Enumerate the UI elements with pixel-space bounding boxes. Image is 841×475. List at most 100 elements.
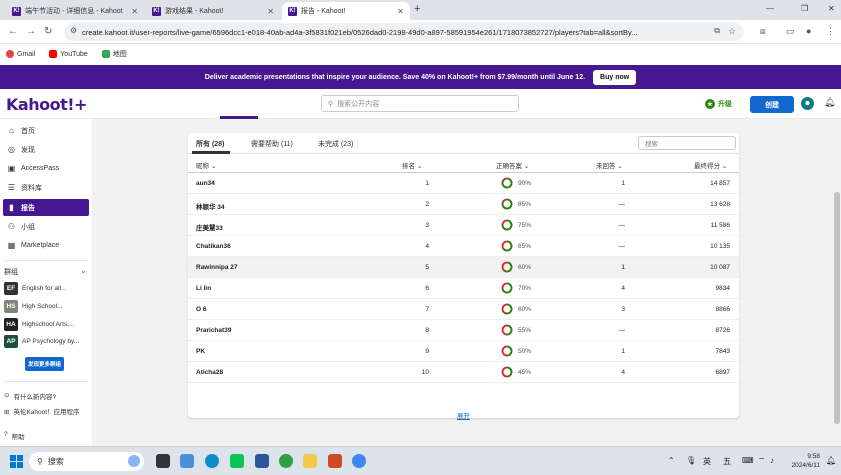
minimize-icon[interactable]: — <box>766 4 774 13</box>
reload-icon[interactable]: ↻ <box>44 26 52 37</box>
players-search-input[interactable]: 搜索 <box>638 136 736 150</box>
scrollbar-thumb[interactable] <box>834 192 840 424</box>
extensions-icon[interactable]: ⧈ <box>760 26 766 37</box>
table-row[interactable]: Rawinnipa 27 5 60% 1 10 087 <box>188 257 739 278</box>
sidebar-item-groups[interactable]: ⚇ 小组 <box>3 218 89 235</box>
volume-icon[interactable]: ♪ <box>770 456 774 465</box>
unanswered-count: — <box>618 222 626 229</box>
table-row[interactable]: Aticha28 10 45% 4 6897 <box>188 362 739 383</box>
table-row[interactable]: O 6 7 60% 3 8866 <box>188 299 739 320</box>
chevron-down-icon[interactable]: ⌄ <box>80 266 87 275</box>
sidebar-item-label: Marketplace <box>21 242 60 249</box>
create-button[interactable]: 创建 <box>750 96 794 113</box>
group-item[interactable]: HS High School... <box>4 299 90 313</box>
sidebar-item-discover[interactable]: ◎ 发现 <box>3 141 89 158</box>
upgrade-button[interactable]: ★ 升级 <box>705 99 732 109</box>
microphone-icon[interactable]: 🎙︎ <box>686 456 696 465</box>
task-view-icon[interactable] <box>156 454 170 468</box>
menu-icon[interactable]: ⋮ <box>826 26 835 37</box>
search-icon: ⚲ <box>37 457 43 466</box>
tab-needs-help[interactable]: 需要帮助 (11) <box>251 139 293 149</box>
sidebar-toggle-icon[interactable]: ▭ <box>786 26 795 37</box>
close-icon[interactable]: ✕ <box>267 7 274 16</box>
wifi-icon[interactable]: ⌔ <box>758 456 766 466</box>
player-name: O 6 <box>196 306 207 313</box>
player-rank: 1 <box>425 180 429 187</box>
correct-ratio-ring <box>501 177 513 189</box>
help-link[interactable]: ? 帮助 <box>4 431 25 441</box>
group-item[interactable]: HA Highschool Arts,... <box>4 317 90 331</box>
show-more-link[interactable]: 展开 <box>457 410 470 420</box>
table-row[interactable]: Chatikan36 4 65% — 10 135 <box>188 236 739 257</box>
bookmark-gmail[interactable]: Gmail <box>6 50 35 58</box>
kahoot-logo[interactable]: Kahoot!+ <box>6 95 87 114</box>
taskbar-search[interactable]: ⚲ 搜索 <box>29 452 144 471</box>
wechat-icon[interactable] <box>279 454 293 468</box>
column-header-score[interactable]: 最终得分 ⌄ <box>694 160 727 170</box>
word-icon[interactable] <box>255 454 269 468</box>
apps-link[interactable]: ⊞ 英伦Kahoot！应用程序 <box>4 408 88 417</box>
whats-new-link[interactable]: ⊙ 有什么新内容? <box>4 391 56 401</box>
group-name: High School... <box>22 302 63 310</box>
url-field[interactable]: ⚙ create.kahoot.it/user-reports/live-gam… <box>64 23 744 41</box>
user-avatar[interactable]: ☻ <box>801 97 814 110</box>
column-header-rank[interactable]: 排名 ⌄ <box>402 160 422 170</box>
browser-tab[interactable]: K! 游戏结果 - Kahoot! ✕ <box>146 2 280 20</box>
file-explorer-icon[interactable] <box>303 454 317 468</box>
group-item[interactable]: EF English for all... <box>4 281 90 295</box>
windows-start-icon[interactable] <box>10 455 23 468</box>
table-row[interactable]: Prarichat39 8 55% — 8726 <box>188 320 739 341</box>
site-info-icon[interactable]: ⚙ <box>70 26 77 35</box>
notification-bell-icon[interactable]: 🔔︎ <box>826 456 836 465</box>
bell-icon[interactable]: 🔔︎ <box>824 97 835 108</box>
photos-icon[interactable] <box>180 454 194 468</box>
table-row[interactable]: Li lin 6 70% 4 9834 <box>188 278 739 299</box>
browser-tab-active[interactable]: K! 报告 - Kahoot! ✕ <box>282 2 410 20</box>
tab-all[interactable]: 所有 (28) <box>196 139 224 149</box>
table-row[interactable]: 林颖华 34 2 85% — 13 628 <box>188 194 739 215</box>
line-icon[interactable] <box>230 454 244 468</box>
install-icon[interactable]: ⧉ <box>714 26 720 36</box>
new-tab-icon[interactable]: + <box>414 3 420 15</box>
bookmark-star-icon[interactable]: ☆ <box>728 26 736 37</box>
clock[interactable]: 9:58 2024/6/11 <box>786 452 820 470</box>
buy-now-button[interactable]: Buy now <box>593 69 637 85</box>
sidebar-item-home[interactable]: ⌂ 首页 <box>3 122 89 139</box>
forward-icon[interactable]: → <box>26 26 36 37</box>
maximize-icon[interactable]: ❐ <box>801 4 808 13</box>
bookmark-maps[interactable]: 地图 <box>101 49 127 59</box>
discover-more-groups-button[interactable]: 发现更多群组 <box>25 357 64 371</box>
column-header-correct[interactable]: 正确答案 ⌄ <box>496 160 529 170</box>
ime-mode[interactable]: 五 <box>723 456 731 467</box>
table-row[interactable]: PK 9 50% 1 7843 <box>188 341 739 362</box>
column-header-name[interactable]: 昵称 ⌄ <box>196 160 216 170</box>
chrome-icon[interactable] <box>352 454 366 468</box>
powerpoint-icon[interactable] <box>328 454 342 468</box>
search-input[interactable]: ⚲ 搜索公开内容 <box>321 95 519 112</box>
table-row[interactable]: aun34 1 90% 1 14 857 <box>188 173 739 194</box>
profile-avatar-icon[interactable]: ● <box>806 26 811 36</box>
sidebar-item-marketplace[interactable]: ▦ Marketplace <box>3 237 89 254</box>
player-name: Chatikan36 <box>196 243 231 250</box>
bookmark-youtube[interactable]: YouTube <box>49 50 88 58</box>
sidebar-item-library[interactable]: ☰ 资料库 <box>3 179 89 196</box>
window-close-icon[interactable]: ✕ <box>828 4 835 13</box>
column-header-unanswered[interactable]: 未回答 ⌄ <box>596 160 623 170</box>
close-icon[interactable]: ✕ <box>397 7 404 16</box>
ime-language[interactable]: 英 <box>703 456 711 467</box>
keyboard-icon[interactable]: ⌨ <box>742 456 754 465</box>
edge-icon[interactable] <box>205 454 219 468</box>
player-rank: 9 <box>425 348 429 355</box>
sidebar-item-reports[interactable]: ▮ 报告 <box>3 199 89 216</box>
copilot-icon[interactable] <box>128 455 140 467</box>
back-icon[interactable]: ← <box>8 26 18 37</box>
sidebar-item-accesspass[interactable]: ▣ AccessPass <box>3 160 89 177</box>
browser-tab[interactable]: K! 端午节活动 - 详细信息 - Kahoot ✕ <box>6 2 144 20</box>
tab-incomplete[interactable]: 未完成 (23) <box>318 139 353 149</box>
group-item[interactable]: AP AP Psychology by... <box>4 334 90 348</box>
close-icon[interactable]: ✕ <box>131 7 138 16</box>
chevron-up-icon[interactable]: ⌃ <box>668 456 675 465</box>
table-row[interactable]: 庄美慧33 3 75% — 11 586 <box>188 215 739 236</box>
final-score: 10 135 <box>710 243 730 250</box>
player-name: 林颖华 34 <box>196 204 225 211</box>
